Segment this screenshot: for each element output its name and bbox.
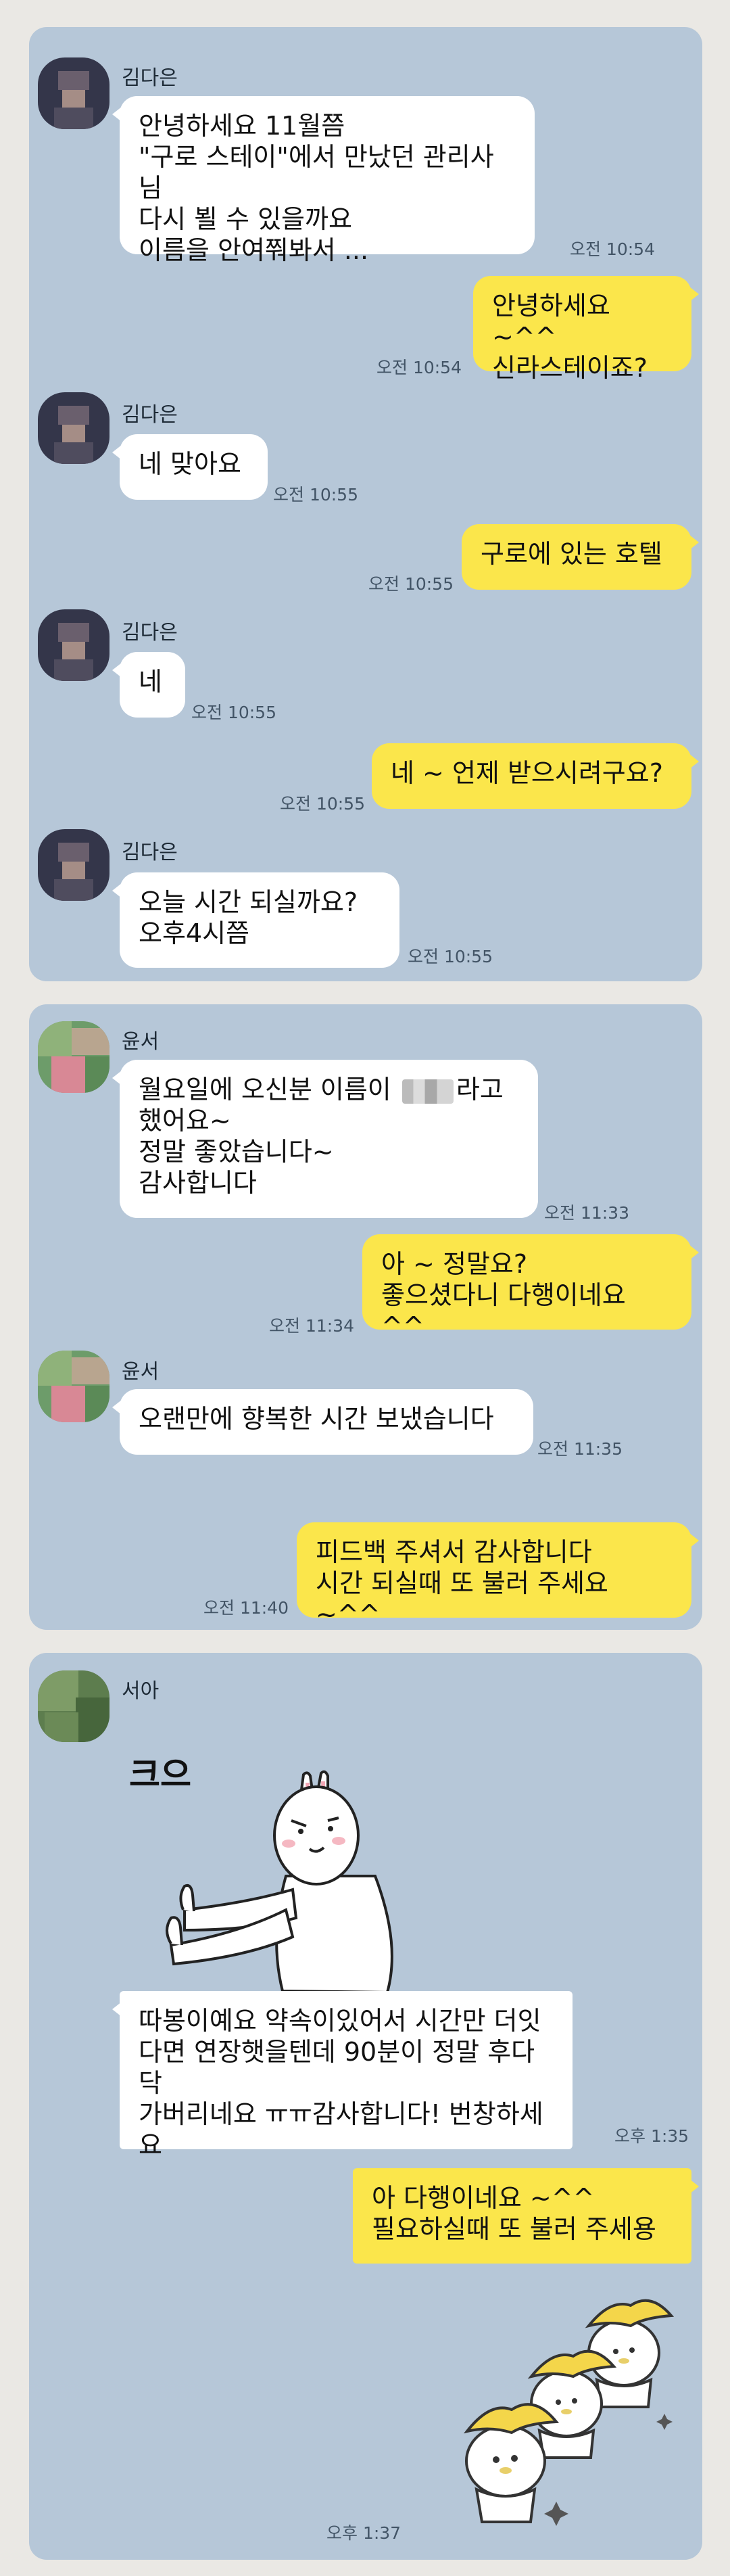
- sender-name: 김다은: [122, 66, 178, 90]
- avatar[interactable]: [38, 57, 110, 129]
- message-time: 오전 10:55: [280, 794, 365, 814]
- redacted-name: [402, 1079, 454, 1104]
- sticker-text: 크으: [129, 1755, 191, 1794]
- message-time: 오전 11:34: [269, 1316, 354, 1336]
- message-bubble[interactable]: 구로에 있는 호텔: [462, 524, 699, 590]
- chat-screenshot-1: 김다은 안녕하세요 11월쯤 "구로 스테이"에서 만났던 관리사님 다시 뵐 …: [29, 27, 702, 981]
- message-bubble[interactable]: 피드백 주셔서 감사합니다 시간 되실때 또 불러 주세요 ~^^: [297, 1522, 699, 1629]
- avatar[interactable]: [38, 1021, 110, 1093]
- message-time: 오후 1:37: [326, 2523, 402, 2543]
- sender-name: 서아: [122, 1679, 160, 1703]
- sender-name: 윤서: [122, 1360, 160, 1384]
- sticker-thumbs-up-character[interactable]: 크으: [124, 1741, 414, 2011]
- chat-screenshot-2: 윤서 월요일에 오신분 이름이 라고 했어요~ 정말 좋았습니다~ 감사합니다 …: [29, 1004, 702, 1630]
- message-time: 오후 1:35: [614, 2126, 689, 2146]
- avatar[interactable]: [38, 392, 110, 464]
- sender-name: 윤서: [122, 1030, 160, 1054]
- sender-name: 김다은: [122, 841, 178, 864]
- message-bubble[interactable]: 오늘 시간 되실까요? 오후4시쯤: [112, 872, 399, 968]
- message-time: 오전 10:55: [273, 485, 358, 505]
- message-bubble[interactable]: 안녕하세요 ~^^ 신라스테이죠?: [473, 276, 699, 383]
- message-bubble[interactable]: 네: [112, 652, 185, 718]
- message-time: 오전 10:54: [570, 239, 655, 259]
- message-bubble[interactable]: 월요일에 오신분 이름이 라고 했어요~ 정말 좋았습니다~ 감사합니다: [112, 1060, 538, 1218]
- sender-name: 김다은: [122, 621, 178, 645]
- message-time: 오전 10:54: [376, 358, 462, 377]
- avatar[interactable]: [38, 829, 110, 901]
- message-bubble[interactable]: 아 다행이네요 ~^^ 필요하실때 또 불러 주세용: [353, 2168, 699, 2264]
- message-bubble[interactable]: 안녕하세요 11월쯤 "구로 스테이"에서 만났던 관리사님 다시 뵐 수 있을…: [112, 96, 535, 265]
- avatar[interactable]: [38, 1351, 110, 1422]
- message-bubble[interactable]: 아 ~ 정말요? 좋으셨다니 다행이네요 ^^: [362, 1234, 699, 1341]
- avatar[interactable]: [38, 609, 110, 681]
- avatar[interactable]: [38, 1670, 110, 1742]
- message-time: 오전 11:33: [544, 1203, 629, 1223]
- message-time: 오전 11:35: [537, 1439, 623, 1459]
- message-line: 월요일에 오신분 이름이 라고: [139, 1075, 504, 1104]
- sticker-hat-characters-icon: [463, 2299, 675, 2526]
- message-bubble[interactable]: 네 ~ 언제 받으시려구요?: [372, 743, 699, 809]
- message-time: 오전 11:40: [203, 1598, 289, 1618]
- sender-name: 김다은: [122, 403, 178, 427]
- message-time: 오전 10:55: [368, 574, 454, 594]
- message-line: 했어요~ 정말 좋았습니다~ 감사합니다: [139, 1106, 334, 1198]
- sticker-hat-characters[interactable]: [428, 2278, 691, 2542]
- message-bubble[interactable]: 오랜만에 향복한 시간 보냈습니다: [112, 1389, 533, 1455]
- chat-screenshot-3: 서아 크으 따봉이예요 약속이있어서 시간만 더잇 다면 연장햇을텐데 90분이…: [29, 1653, 702, 2560]
- message-time: 오전 10:55: [408, 947, 493, 966]
- message-bubble[interactable]: 따봉이예요 약속이있어서 시간만 더잇 다면 연장햇을텐데 90분이 정말 후다…: [112, 1991, 573, 2160]
- message-bubble[interactable]: 네 맞아요: [112, 434, 268, 500]
- message-time: 오전 10:55: [191, 703, 276, 722]
